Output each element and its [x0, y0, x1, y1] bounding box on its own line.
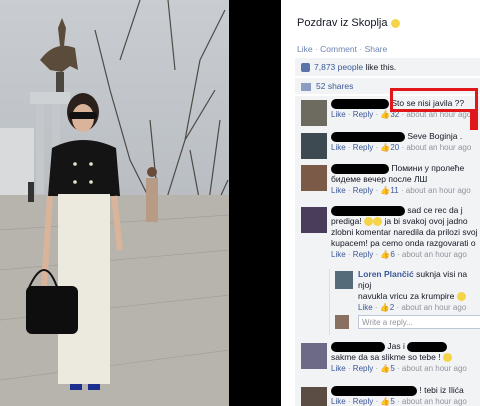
thumbs-up-icon: 👍	[380, 186, 391, 195]
comment-time[interactable]: about an hour ago	[402, 364, 467, 373]
avatar[interactable]	[301, 207, 327, 233]
thumbs-up-icon: 👍	[380, 143, 391, 152]
comment-time[interactable]: about an hour ago	[406, 143, 471, 152]
comment-reply-link[interactable]: Reply	[353, 186, 373, 195]
comment-like-link[interactable]: Like	[358, 303, 373, 312]
highlight-box	[390, 88, 478, 112]
shares-link[interactable]: 52 shares	[316, 81, 353, 91]
post-caption: Pozdrav iz Skoplja	[297, 17, 400, 29]
comment-time[interactable]: about an hour ago	[401, 303, 466, 312]
comment-like-link[interactable]: Like	[331, 186, 346, 195]
comment-like-link[interactable]: Like	[331, 397, 346, 406]
comment-post-link[interactable]: Comment	[320, 44, 357, 54]
comment-text: Помини у пролеће	[391, 163, 465, 173]
share-icon	[301, 82, 311, 91]
redacted-name	[331, 131, 405, 142]
thumbs-up-icon: 👍	[379, 303, 390, 312]
avatar[interactable]	[335, 271, 353, 289]
comment-reply-link[interactable]: Reply	[353, 110, 373, 119]
post-photo[interactable]	[0, 0, 230, 406]
comment-time[interactable]: about an hour ago	[402, 397, 467, 406]
likers-link[interactable]: 7,873 people	[314, 62, 363, 72]
comment-time[interactable]: about an hour ago	[402, 250, 467, 259]
post-actions: Like · Comment · Share	[297, 44, 388, 54]
comment-text-line: kupacem! pa cemo onda razgovarati o	[331, 238, 476, 248]
comment-time[interactable]: about an hour ago	[406, 186, 471, 195]
smile-emoji-icon	[442, 353, 452, 363]
avatar[interactable]	[301, 165, 327, 191]
lightbox-gap	[229, 0, 281, 406]
comment-item: sad ce rec da j prediga! ja bi svakoj ov…	[295, 205, 480, 267]
reply-author-link[interactable]: Loren Plančić	[358, 269, 414, 279]
comment-like-link[interactable]: Like	[331, 143, 346, 152]
comment-like-count[interactable]: 11	[390, 186, 398, 195]
smile-emoji-icon	[373, 217, 383, 227]
comment-item: Помини у пролеће бидеме вечер после ЛШ L…	[295, 163, 480, 201]
redacted-name	[331, 385, 417, 396]
comment-text: Jas i	[387, 341, 405, 351]
share-post-link[interactable]: Share	[365, 44, 388, 54]
comment-text-line: zlobni komentar naredila da prilozi svoj	[331, 227, 478, 237]
comment-text-line: бидеме вечер после ЛШ	[331, 174, 428, 184]
comment-item: Seve Boginja . Like · Reply · 👍20 · abou…	[295, 131, 480, 159]
comment-text: Seve Boginja .	[407, 131, 463, 141]
comment-panel: Pozdrav iz Skoplja Like · Comment · Shar…	[281, 0, 480, 406]
avatar[interactable]	[301, 387, 327, 406]
reply-thread: Loren Plančić suknja visi na njoj navukl…	[329, 269, 480, 335]
photo-illustration	[0, 0, 230, 406]
comment-reply-link[interactable]: Reply	[353, 143, 373, 152]
thumbs-up-icon: 👍	[380, 110, 391, 119]
comment-text: ! tebi iz Ilića	[419, 385, 464, 395]
comment-text: sad ce rec da j	[407, 205, 463, 215]
avatar[interactable]	[301, 133, 327, 159]
comment-reply-link[interactable]: Reply	[353, 397, 373, 406]
thumbs-up-icon	[301, 63, 310, 73]
comment-like-link[interactable]: Like	[331, 364, 346, 373]
smile-emoji-icon	[456, 292, 466, 302]
redacted-name	[331, 205, 405, 216]
reply-input[interactable]: Write a reply...	[358, 315, 480, 329]
comment-item: Jas i sakme da sa slikme so tebe ! Like …	[295, 341, 480, 381]
smile-emoji-icon	[364, 217, 374, 227]
like-post-link[interactable]: Like	[297, 44, 313, 54]
comment-reply-link[interactable]: Reply	[353, 364, 373, 373]
caption-text: Pozdrav iz Skoplja	[297, 17, 388, 29]
thumbs-up-icon: 👍	[380, 364, 391, 373]
highlight-marker	[470, 112, 478, 130]
avatar[interactable]	[301, 343, 327, 369]
redacted-name	[331, 98, 389, 109]
comment-like-link[interactable]: Like	[331, 250, 346, 259]
smile-emoji-icon	[390, 18, 400, 28]
comment-item: ! tebi iz Ilića Like · Reply · 👍5 · abou…	[295, 385, 480, 406]
avatar	[335, 315, 349, 329]
thumbs-up-icon: 👍	[380, 250, 391, 259]
comment-like-count[interactable]: 20	[390, 143, 399, 152]
comment-like-link[interactable]: Like	[331, 110, 346, 119]
avatar[interactable]	[301, 100, 327, 126]
thumbs-up-icon: 👍	[380, 397, 391, 406]
redacted-name	[331, 341, 385, 352]
redacted-name	[331, 163, 389, 174]
likes-summary: 7,873 people like this.	[295, 58, 480, 76]
comment-reply-link[interactable]: Reply	[353, 250, 373, 259]
